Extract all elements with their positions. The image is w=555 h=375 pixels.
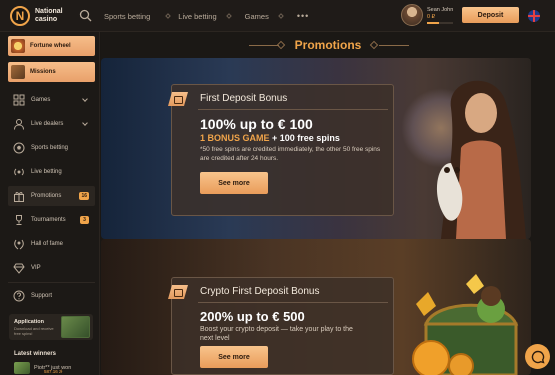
live-dealer-icon xyxy=(14,119,24,130)
sidebar-item-sports-betting[interactable]: Sports betting xyxy=(8,138,95,158)
sidebar: Fortune wheel Missions Games Live dealer… xyxy=(0,32,100,375)
avatar xyxy=(401,4,423,26)
sidebar-featured-label: Fortune wheel xyxy=(30,43,71,49)
level-progress xyxy=(427,21,453,24)
user-balance: 0 ₽ xyxy=(427,13,436,20)
logo-line-2: casino xyxy=(35,16,58,23)
count-badge: 3 xyxy=(80,216,89,224)
language-flag-icon[interactable] xyxy=(528,10,540,22)
chevron-down-icon[interactable] xyxy=(82,120,88,126)
more-menu-icon[interactable]: ••• xyxy=(297,11,309,21)
sidebar-item-label: Live dealers xyxy=(31,121,64,127)
fortune-wheel-icon xyxy=(11,39,25,53)
live-signal-icon xyxy=(14,168,24,176)
games-grid-icon xyxy=(13,94,25,106)
sidebar-item-label: Sports betting xyxy=(31,145,69,151)
user-name: Sean John xyxy=(427,6,454,13)
divider xyxy=(198,109,388,110)
logo-text: National casino xyxy=(35,8,63,24)
promo-title: Crypto First Deposit Bonus xyxy=(200,286,320,297)
sidebar-divider xyxy=(8,282,95,283)
search-icon[interactable] xyxy=(79,9,92,22)
sidebar-item-label: VIP xyxy=(31,265,41,271)
sidebar-item-promotions[interactable]: Promotions 16 xyxy=(8,186,95,206)
winner-amount: 587.16 zł xyxy=(44,369,63,374)
chat-bubble-icon xyxy=(531,350,545,364)
promo-title: First Deposit Bonus xyxy=(200,93,288,104)
chat-button[interactable] xyxy=(525,344,550,369)
sidebar-item-live-dealers[interactable]: Live dealers xyxy=(8,114,95,134)
see-more-button[interactable]: See more xyxy=(200,172,268,194)
gift-icon xyxy=(14,192,24,202)
missions-icon xyxy=(11,65,25,79)
sidebar-missions-button[interactable]: Missions xyxy=(8,62,95,82)
logo-line-1: National xyxy=(35,8,63,15)
promo-card[interactable]: Crypto First Deposit Bonus 200% up to € … xyxy=(101,239,531,375)
sidebar-featured-label: Missions xyxy=(30,69,56,75)
game-thumbnail xyxy=(14,362,30,374)
promo-character-image xyxy=(436,80,526,239)
sidebar-item-label: Live betting xyxy=(31,169,62,175)
question-icon xyxy=(13,290,25,302)
user-info: Sean John 0 ₽ xyxy=(427,7,453,24)
soccer-ball-icon xyxy=(13,142,25,154)
sidebar-item-label: Hall of fame xyxy=(31,241,64,247)
promo-card[interactable]: First Deposit Bonus 100% up to € 100 1 B… xyxy=(101,58,531,239)
promo-panel: Crypto First Deposit Bonus 200% up to € … xyxy=(168,277,394,375)
app-root: N National casino Sports betting Live be… xyxy=(0,0,555,375)
promo-treasure-image xyxy=(412,274,519,375)
promo-description: Boost your crypto deposit — take your pl… xyxy=(200,326,353,342)
promo-panel: First Deposit Bonus 100% up to € 100 1 B… xyxy=(168,84,394,216)
sidebar-item-vip[interactable]: VIP xyxy=(8,258,95,278)
promo-headline: 100% up to € 100 xyxy=(200,116,313,132)
logo-mark: N xyxy=(10,6,30,26)
chevron-down-icon[interactable] xyxy=(82,96,88,102)
nav-live-betting[interactable]: Live betting xyxy=(178,12,216,21)
ticket-icon xyxy=(168,285,188,299)
level-progress-fill xyxy=(427,21,439,24)
sidebar-fortune-wheel-button[interactable]: Fortune wheel xyxy=(8,36,95,56)
app-promo-image xyxy=(61,316,90,338)
promo-extra: + 100 free spins xyxy=(272,133,340,143)
top-header: N National casino Sports betting Live be… xyxy=(0,0,555,32)
sidebar-item-label: Promotions xyxy=(31,193,62,199)
title-ornament xyxy=(379,45,409,46)
sidebar-item-support[interactable]: Support xyxy=(8,286,95,306)
divider xyxy=(198,302,388,303)
sidebar-item-label: Games xyxy=(31,97,51,103)
trophy-icon xyxy=(16,215,22,225)
laurel-icon xyxy=(14,239,24,250)
diamond-icon xyxy=(13,263,25,274)
logo[interactable]: N National casino xyxy=(10,6,63,26)
count-badge: 16 xyxy=(79,192,89,200)
user-profile[interactable]: Sean John 0 ₽ xyxy=(401,4,453,26)
promo-headline: 200% up to € 500 xyxy=(200,309,305,324)
sidebar-item-hall-of-fame[interactable]: Hall of fame xyxy=(8,234,95,254)
sidebar-item-label: Support xyxy=(31,293,53,299)
app-card-subtitle: Download and receive free spins! xyxy=(14,326,54,336)
sidebar-item-label: Tournaments xyxy=(31,217,66,223)
promo-description: *50 free spins are credited immediately,… xyxy=(200,146,381,162)
nav-games[interactable]: Games xyxy=(245,12,269,21)
winner-item[interactable]: Piotr** just won 587.16 zł xyxy=(14,362,71,374)
app-download-card[interactable]: Application Download and receive free sp… xyxy=(9,314,93,340)
main-content: Promotions First Deposit Bonus 100% up t… xyxy=(101,32,555,375)
ticket-icon xyxy=(168,92,188,106)
promo-offer-line: 1 BONUS GAME + 100 free spins xyxy=(200,133,340,143)
sidebar-item-live-betting[interactable]: Live betting xyxy=(8,162,95,182)
page-title: Promotions xyxy=(294,38,362,52)
sidebar-item-games[interactable]: Games xyxy=(8,90,95,110)
promo-highlight: 1 BONUS GAME xyxy=(200,133,270,143)
see-more-button[interactable]: See more xyxy=(200,346,268,368)
sidebar-item-tournaments[interactable]: Tournaments 3 xyxy=(8,210,95,230)
nav-sports-betting[interactable]: Sports betting xyxy=(104,12,150,21)
latest-winners-title: Latest winners xyxy=(14,351,57,357)
deposit-button[interactable]: Deposit xyxy=(462,7,519,23)
app-card-title: Application xyxy=(14,319,44,325)
